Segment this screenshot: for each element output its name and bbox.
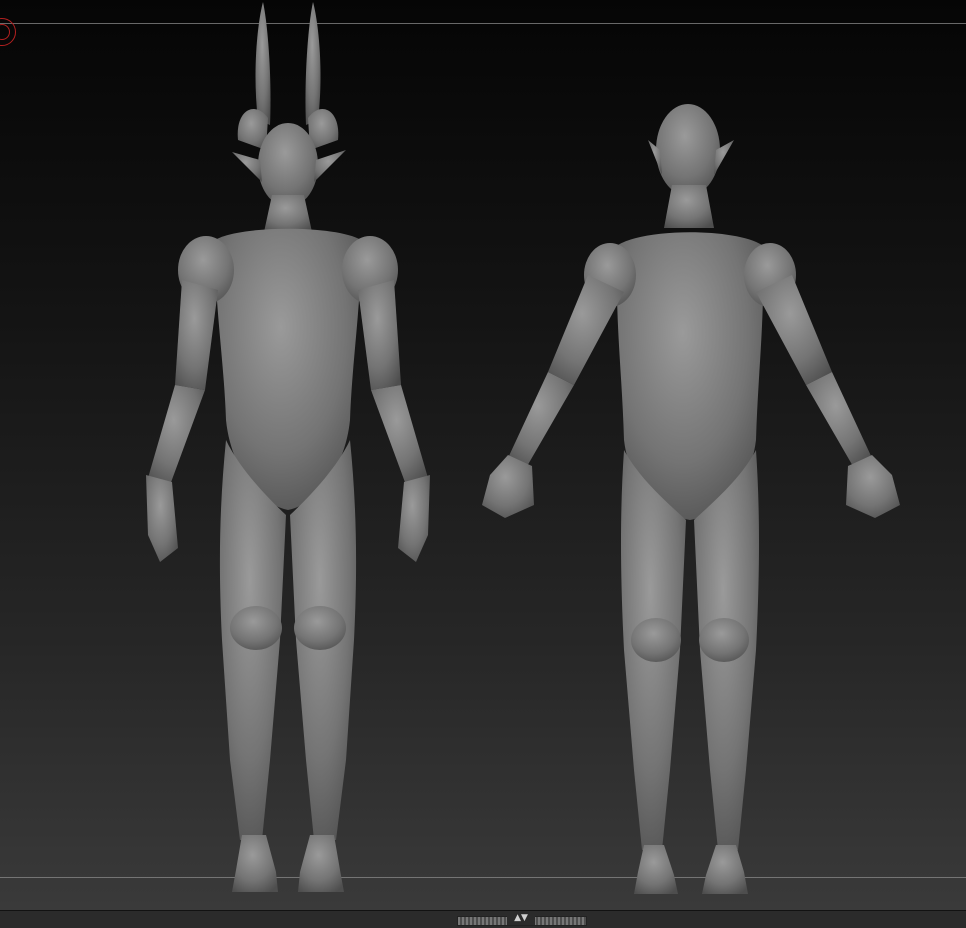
collapse-arrows-icon[interactable]: ▲▼: [507, 911, 535, 925]
model-canvas[interactable]: [0, 0, 966, 910]
3d-viewport[interactable]: [0, 0, 966, 910]
horned-elf-figure[interactable]: [146, 2, 430, 892]
left-horn: [255, 2, 271, 125]
elf-figure[interactable]: [482, 104, 900, 894]
right-horn: [305, 2, 321, 125]
